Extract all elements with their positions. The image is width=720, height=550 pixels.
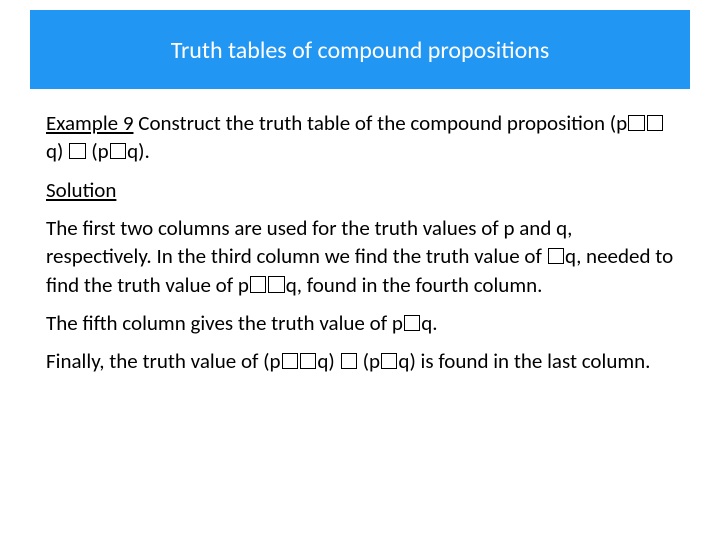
p1-text-a: The first two columns are used for the t… xyxy=(46,215,572,269)
p2-text-b: q. xyxy=(421,310,437,336)
slide-body: Example 9 Construct the truth table of t… xyxy=(46,109,674,376)
p1-text-c: q, found in the fourth column. xyxy=(286,272,543,298)
placeholder-glyph-icon xyxy=(282,353,298,369)
example-paragraph: Example 9 Construct the truth table of t… xyxy=(46,109,674,166)
placeholder-glyph-icon xyxy=(381,353,397,369)
placeholder-glyph-icon xyxy=(300,353,316,369)
example-text-4: q). xyxy=(127,138,150,164)
slide-title: Truth tables of compound propositions xyxy=(171,36,550,65)
placeholder-glyph-icon xyxy=(341,353,357,369)
solution-label: Solution xyxy=(46,177,116,203)
example-text-2: q) xyxy=(46,138,68,164)
solution-paragraph-1: The first two columns are used for the t… xyxy=(46,214,674,299)
placeholder-glyph-icon xyxy=(250,276,266,292)
p2-text-a: The fifth column gives the truth value o… xyxy=(46,310,403,336)
placeholder-glyph-icon xyxy=(628,115,644,131)
solution-paragraph-3: Finally, the truth value of (p q) (p q) is… xyxy=(46,347,674,375)
placeholder-glyph-icon xyxy=(548,248,564,264)
placeholder-glyph-icon xyxy=(110,143,126,159)
placeholder-glyph-icon xyxy=(647,115,663,131)
solution-label-paragraph: Solution xyxy=(46,176,674,204)
example-text-3: (p xyxy=(87,138,109,164)
p3-text-c: (p xyxy=(358,348,380,374)
placeholder-glyph-icon xyxy=(268,276,284,292)
p3-text-a: Finally, the truth value of (p xyxy=(46,348,281,374)
placeholder-glyph-icon xyxy=(69,143,85,159)
example-label: Example 9 xyxy=(46,110,134,136)
placeholder-glyph-icon xyxy=(404,315,420,331)
slide-title-banner: Truth tables of compound propositions xyxy=(30,10,690,89)
solution-paragraph-2: The fifth column gives the truth value o… xyxy=(46,309,674,337)
p3-text-d: q) is found in the last column. xyxy=(398,348,650,374)
p3-text-b: q) xyxy=(317,348,339,374)
example-text-1: Construct the truth table of the compoun… xyxy=(134,110,628,136)
